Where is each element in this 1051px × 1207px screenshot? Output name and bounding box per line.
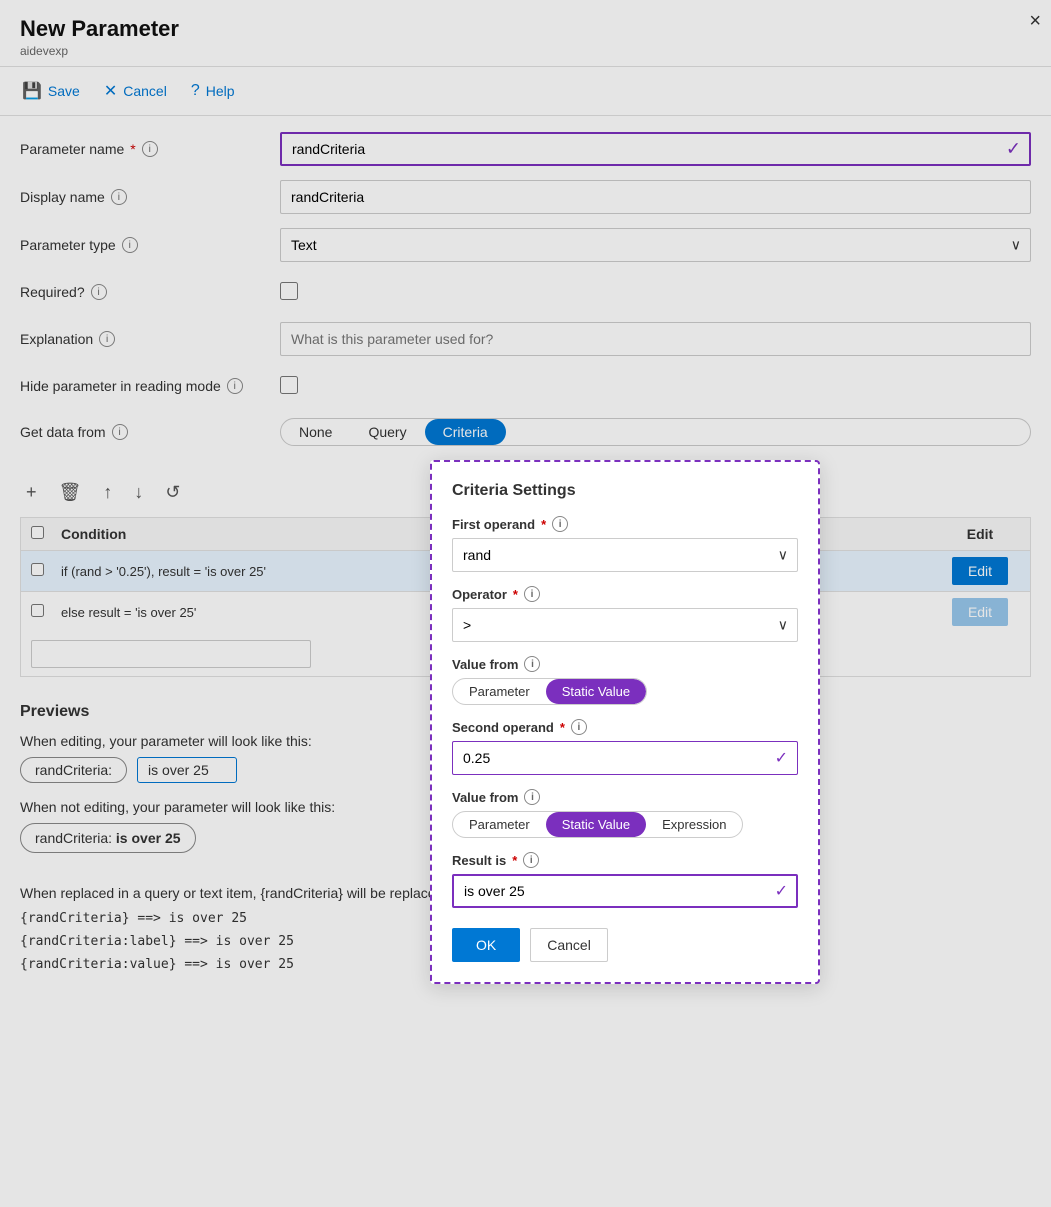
second-operand-info-icon[interactable]: i — [571, 719, 587, 735]
dialog-footer: OK Cancel — [452, 928, 798, 962]
first-operand-select[interactable]: rand — [452, 538, 798, 572]
result-label: Result is * i — [452, 852, 798, 868]
result-check-icon: ✓ — [775, 881, 788, 901]
operator-field: Operator * i > < = ∨ — [452, 586, 798, 642]
operator-select[interactable]: > < = — [452, 608, 798, 642]
result-input[interactable] — [452, 874, 798, 908]
second-operand-input[interactable] — [452, 741, 798, 775]
dialog-cancel-button[interactable]: Cancel — [530, 928, 608, 962]
value-from2-field: Value from i Parameter Static Value Expr… — [452, 789, 798, 838]
value-from2-info-icon[interactable]: i — [524, 789, 540, 805]
dialog-title: Criteria Settings — [452, 482, 798, 500]
value-from1-field: Value from i Parameter Static Value — [452, 656, 798, 705]
value-from2-label: Value from i — [452, 789, 798, 805]
main-panel: New Parameter aidevexp × 💾 Save ✕ Cancel… — [0, 0, 1051, 1207]
value-from1-static-button[interactable]: Static Value — [546, 679, 646, 704]
value-from2-expression-button[interactable]: Expression — [646, 812, 742, 837]
result-field: Result is * i ✓ — [452, 852, 798, 908]
value-from1-label: Value from i — [452, 656, 798, 672]
second-operand-field: Second operand * i ✓ — [452, 719, 798, 775]
result-info-icon[interactable]: i — [523, 852, 539, 868]
second-operand-label: Second operand * i — [452, 719, 798, 735]
value-from2-parameter-button[interactable]: Parameter — [453, 812, 546, 837]
operator-label: Operator * i — [452, 586, 798, 602]
value-from2-static-button[interactable]: Static Value — [546, 812, 646, 837]
value-from2-toggle: Parameter Static Value Expression — [452, 811, 743, 838]
dialog-ok-button[interactable]: OK — [452, 928, 520, 962]
value-from1-info-icon[interactable]: i — [524, 656, 540, 672]
operator-info-icon[interactable]: i — [524, 586, 540, 602]
first-operand-label: First operand * i — [452, 516, 798, 532]
value-from1-parameter-button[interactable]: Parameter — [453, 679, 546, 704]
first-operand-info-icon[interactable]: i — [552, 516, 568, 532]
first-operand-field: First operand * i rand ∨ — [452, 516, 798, 572]
criteria-settings-dialog: Criteria Settings First operand * i rand… — [430, 460, 820, 984]
second-operand-check-icon: ✓ — [775, 748, 788, 768]
value-from1-toggle: Parameter Static Value — [452, 678, 647, 705]
